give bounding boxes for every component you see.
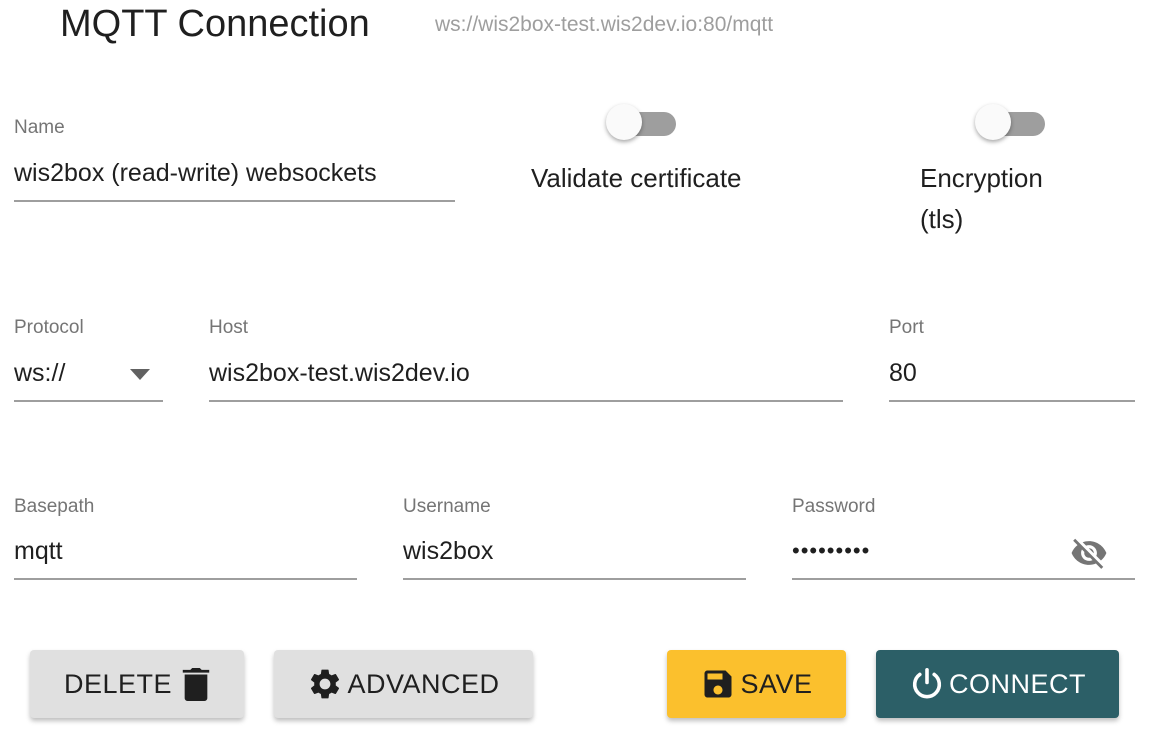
name-field[interactable]: Name wis2box (read-write) websockets	[14, 117, 455, 203]
toggle-thumb	[606, 104, 642, 140]
password-underline	[792, 578, 1135, 580]
save-button-label: SAVE	[740, 668, 813, 699]
trash-icon	[182, 667, 210, 701]
validate-certificate-label: Validate certificate	[531, 163, 742, 193]
username-label: Username	[403, 496, 491, 517]
toggle-thumb	[975, 104, 1011, 140]
protocol-value: ws://	[14, 359, 66, 387]
username-underline	[403, 578, 746, 580]
save-button[interactable]: SAVE	[667, 650, 846, 718]
connect-button-label: CONNECT	[949, 668, 1086, 699]
host-field[interactable]: Host wis2box-test.wis2dev.io	[209, 317, 843, 403]
basepath-field[interactable]: Basepath mqtt	[14, 496, 357, 582]
connection-url: ws://wis2box-test.wis2dev.io:80/mqtt	[435, 13, 774, 36]
password-label: Password	[792, 496, 876, 517]
host-input[interactable]: wis2box-test.wis2dev.io	[209, 358, 470, 388]
delete-button-label: DELETE	[63, 668, 173, 699]
chevron-down-icon[interactable]	[130, 369, 150, 381]
name-label: Name	[14, 117, 65, 138]
port-input[interactable]: 80	[889, 358, 917, 388]
eye-off-icon[interactable]	[1068, 534, 1110, 572]
host-underline	[209, 400, 843, 402]
protocol-label: Protocol	[14, 317, 84, 338]
protocol-select[interactable]: Protocol ws://	[14, 317, 163, 403]
name-underline	[14, 200, 455, 202]
username-input[interactable]: wis2box	[403, 536, 493, 566]
basepath-underline	[14, 578, 357, 580]
password-field[interactable]: Password •••••••••	[792, 496, 1135, 582]
username-field[interactable]: Username wis2box	[403, 496, 746, 582]
advanced-button-label: ADVANCED	[347, 668, 500, 699]
basepath-input[interactable]: mqtt	[14, 536, 63, 566]
encryption-sublabel: (tls)	[920, 204, 964, 234]
port-underline	[889, 400, 1135, 402]
password-input[interactable]: •••••••••	[792, 536, 870, 566]
port-field[interactable]: Port 80	[889, 317, 1135, 403]
page-title: MQTT Connection	[60, 3, 370, 45]
gear-icon	[311, 669, 340, 699]
encryption-toggle[interactable]	[975, 102, 1047, 142]
host-label: Host	[209, 317, 249, 338]
protocol-underline	[14, 400, 163, 402]
floppy-disk-icon	[704, 670, 732, 698]
delete-button[interactable]: DELETE	[30, 650, 244, 718]
validate-certificate-toggle[interactable]	[606, 102, 678, 142]
advanced-button[interactable]: ADVANCED	[274, 650, 533, 718]
name-input[interactable]: wis2box (read-write) websockets	[14, 158, 377, 188]
encryption-label: Encryption	[920, 163, 1043, 193]
port-label: Port	[889, 317, 924, 338]
connect-button[interactable]: CONNECT	[876, 650, 1119, 718]
power-icon	[912, 667, 942, 699]
basepath-label: Basepath	[14, 496, 95, 517]
